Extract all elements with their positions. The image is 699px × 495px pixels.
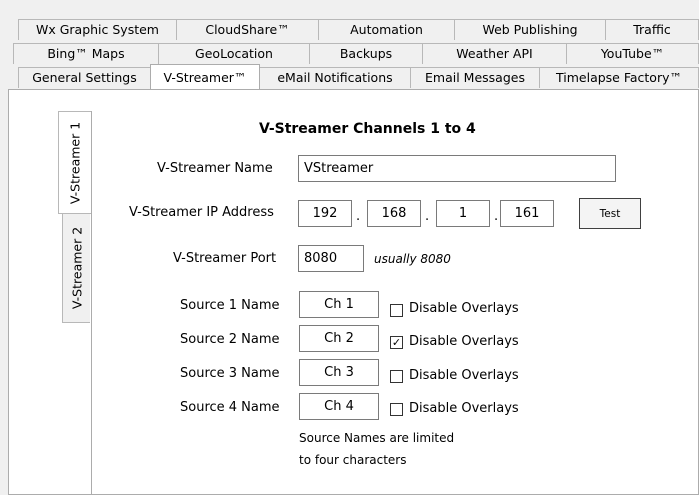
side-tab-divider <box>91 111 92 495</box>
source-4-disable-overlays-label[interactable]: Disable Overlays <box>409 401 519 416</box>
tab-email-notifications[interactable]: eMail Notifications <box>259 67 411 88</box>
ip-separator: . <box>356 209 361 224</box>
source-2-disable-overlays-checkbox[interactable]: ✓ <box>390 336 403 349</box>
ip-label: V-Streamer IP Address <box>129 205 274 220</box>
tab-geolocation[interactable]: GeoLocation <box>158 43 310 64</box>
name-label: V-Streamer Name <box>157 161 273 176</box>
tab-bing-maps[interactable]: Bing™ Maps <box>13 43 159 64</box>
source-3-label: Source 3 Name <box>180 366 280 381</box>
port-input[interactable] <box>298 245 364 272</box>
source-1-disable-overlays-label[interactable]: Disable Overlays <box>409 301 519 316</box>
source-1-disable-overlays-checkbox[interactable] <box>390 304 403 317</box>
tab-backups[interactable]: Backups <box>309 43 423 64</box>
tab-cloudshare[interactable]: CloudShare™ <box>176 19 319 40</box>
ip-octet-2-input[interactable] <box>367 200 421 227</box>
source-4-disable-overlays-checkbox[interactable] <box>390 403 403 416</box>
section-title: V-Streamer Channels 1 to 4 <box>259 121 476 137</box>
tab-timelapse-factory[interactable]: Timelapse Factory™ <box>539 67 699 88</box>
source-2-name-input[interactable] <box>299 325 379 352</box>
v-streamer-name-input[interactable] <box>298 155 616 182</box>
tab-email-messages[interactable]: Email Messages <box>410 67 540 88</box>
source-2-label: Source 2 Name <box>180 332 280 347</box>
source-names-note-line-1: Source Names are limited <box>299 431 455 445</box>
tab-weather-api[interactable]: Weather API <box>422 43 567 64</box>
ip-separator: . <box>425 209 430 224</box>
test-button[interactable]: Test <box>579 198 641 229</box>
ip-octet-1-input[interactable] <box>298 200 352 227</box>
side-tab-label: V-Streamer 2 <box>69 226 84 310</box>
source-1-name-input[interactable] <box>299 291 379 318</box>
ip-octet-3-input[interactable] <box>436 200 490 227</box>
side-tab-v-streamer-2[interactable]: V-Streamer 2 <box>62 213 90 323</box>
ip-separator: . <box>494 209 499 224</box>
port-hint: usually 8080 <box>374 252 451 266</box>
tab-youtube[interactable]: YouTube™ <box>566 43 699 64</box>
source-4-name-input[interactable] <box>299 393 379 420</box>
source-names-note-line-2: to four characters <box>299 453 407 467</box>
tab-traffic[interactable]: Traffic <box>605 19 699 40</box>
tab-general-settings[interactable]: General Settings <box>18 67 151 88</box>
source-3-disable-overlays-label[interactable]: Disable Overlays <box>409 368 519 383</box>
tab-web-publishing[interactable]: Web Publishing <box>454 19 606 40</box>
side-tab-v-streamer-1[interactable]: V-Streamer 1 <box>58 111 91 214</box>
side-tab-label: V-Streamer 1 <box>67 121 83 204</box>
port-label: V-Streamer Port <box>173 251 277 266</box>
ip-octet-4-input[interactable] <box>500 200 554 227</box>
source-3-disable-overlays-checkbox[interactable] <box>390 370 403 383</box>
source-4-label: Source 4 Name <box>180 400 280 415</box>
source-2-disable-overlays-label[interactable]: Disable Overlays <box>409 334 519 349</box>
tab-automation[interactable]: Automation <box>318 19 455 40</box>
source-1-label: Source 1 Name <box>180 298 280 313</box>
tab-wx-graphic-system[interactable]: Wx Graphic System <box>18 19 177 40</box>
tab-v-streamer[interactable]: V-Streamer™ <box>150 64 260 89</box>
source-3-name-input[interactable] <box>299 359 379 386</box>
